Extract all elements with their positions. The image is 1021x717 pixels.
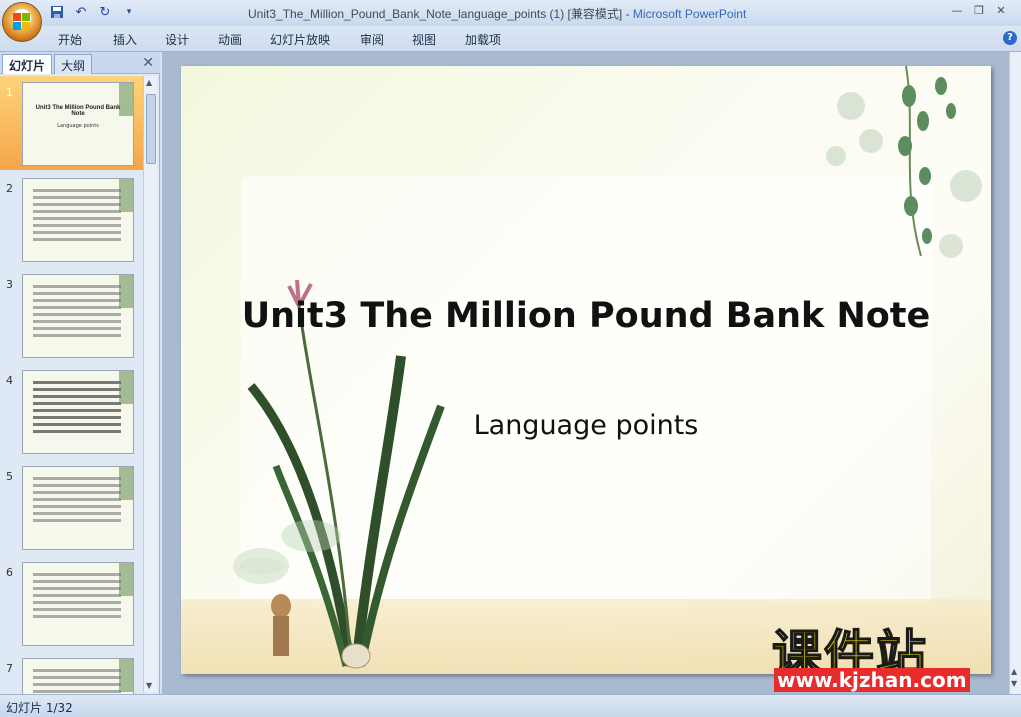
slide-thumbnail-2[interactable]: 2 [0, 172, 144, 266]
thumbnail-text-lines [33, 189, 121, 255]
slide-subtitle[interactable]: Language points [181, 410, 991, 441]
thumbnail-decoration [119, 275, 133, 357]
next-slide-icon[interactable]: ▼ [1011, 679, 1017, 688]
thumbnail-decoration [119, 371, 133, 453]
thumbnail-number: 5 [6, 470, 13, 483]
thumbnail-subtitle: Language points [57, 123, 99, 129]
thumbnail-preview [22, 562, 134, 646]
tab-slide-show[interactable]: 幻灯片放映 [270, 31, 330, 48]
tab-slides[interactable]: 幻灯片 [2, 54, 53, 74]
scroll-up-icon[interactable]: ▲ [146, 78, 152, 87]
thumbnail-preview: Unit3 The Million Pound Bank Note Langua… [22, 82, 134, 166]
tab-animations[interactable]: 动画 [218, 31, 242, 48]
save-icon[interactable] [48, 3, 66, 21]
app-name: Microsoft PowerPoint [632, 7, 747, 21]
thumbnail-number: 1 [6, 86, 13, 99]
thumbnail-title: Unit3 The Million Pound Bank Note [35, 105, 121, 117]
slides-pane: 幻灯片 大纲 ✕ 1 Unit3 The Million Pound Bank … [0, 52, 160, 694]
thumbnail-decoration [119, 179, 133, 261]
tab-home[interactable]: 开始 [58, 31, 82, 48]
thumbnail-preview [22, 466, 134, 550]
thumbnail-number: 3 [6, 278, 13, 291]
thumbnail-preview [22, 178, 134, 262]
tab-view[interactable]: 视图 [412, 31, 436, 48]
restore-icon[interactable]: ❐ [968, 2, 990, 18]
thumbnail-preview [22, 274, 134, 358]
office-logo-icon [13, 13, 31, 31]
slide-thumbnail-7[interactable]: 7 [0, 652, 144, 694]
minimize-icon[interactable]: — [946, 2, 968, 18]
slide-thumbnail-3[interactable]: 3 [0, 268, 144, 362]
thumbnail-number: 2 [6, 182, 13, 195]
ribbon-tab-bar: 开始 插入 设计 动画 幻灯片放映 审阅 视图 加载项 ? [0, 26, 1021, 52]
tab-review[interactable]: 审阅 [360, 31, 384, 48]
plant-illustration [233, 66, 982, 669]
close-icon[interactable]: ✕ [990, 2, 1012, 18]
thumbnail-decoration [119, 467, 133, 549]
thumbnail-text-lines [33, 381, 121, 447]
slide-thumbnail-5[interactable]: 5 [0, 460, 144, 554]
current-slide[interactable]: Unit3 The Million Pound Bank Note Langua… [181, 66, 991, 674]
scroll-down-icon[interactable]: ▼ [146, 681, 152, 690]
thumbnail-scrollbar[interactable]: ▲ ▼ [143, 76, 157, 692]
thumbnail-text-lines [33, 285, 121, 351]
tab-outline[interactable]: 大纲 [54, 54, 93, 74]
close-pane-icon[interactable]: ✕ [142, 55, 154, 71]
slide-indicator: 幻灯片 1/32 [6, 701, 73, 715]
thumbnail-decoration [119, 659, 133, 694]
slide-thumbnail-1[interactable]: 1 Unit3 The Million Pound Bank Note Lang… [0, 76, 144, 170]
thumbnail-number: 7 [6, 662, 13, 675]
window-title: Unit3_The_Million_Pound_Bank_Note_langua… [248, 5, 746, 22]
editor-scrollbar[interactable]: ▲ ▼ [1009, 52, 1021, 694]
office-button[interactable] [2, 2, 42, 42]
prev-slide-icon[interactable]: ▲ [1011, 667, 1017, 676]
title-separator: - [622, 7, 633, 21]
title-bar: ↶ ↻ ▾ Unit3_The_Million_Pound_Bank_Note_… [0, 0, 1021, 42]
slide-editor: Unit3 The Million Pound Bank Note Langua… [162, 52, 1021, 694]
thumbnail-number: 6 [6, 566, 13, 579]
thumbnail-preview [22, 370, 134, 454]
thumbnail-text-lines [33, 669, 121, 694]
thumbnail-text-lines [33, 573, 121, 639]
thumbnail-decoration [119, 563, 133, 645]
thumbnail-number: 4 [6, 374, 13, 387]
redo-icon[interactable]: ↻ [96, 3, 114, 21]
thumbnail-text-lines [33, 477, 121, 543]
customize-qat-icon[interactable]: ▾ [120, 3, 138, 21]
status-bar: 幻灯片 1/32 [0, 694, 1021, 717]
thumbnail-list: 1 Unit3 The Million Pound Bank Note Lang… [0, 76, 144, 694]
scrollbar-thumb[interactable] [146, 94, 156, 164]
quick-access-toolbar: ↶ ↻ ▾ [48, 3, 138, 21]
slide-title[interactable]: Unit3 The Million Pound Bank Note [181, 296, 991, 336]
undo-icon[interactable]: ↶ [72, 3, 90, 21]
pane-tab-bar: 幻灯片 大纲 ✕ [0, 52, 160, 74]
slide-thumbnail-4[interactable]: 4 [0, 364, 144, 458]
help-icon[interactable]: ? [1003, 31, 1017, 45]
document-name: Unit3_The_Million_Pound_Bank_Note_langua… [248, 7, 623, 21]
tab-add-ins[interactable]: 加载项 [465, 31, 501, 48]
slide-thumbnail-6[interactable]: 6 [0, 556, 144, 650]
tab-design[interactable]: 设计 [165, 31, 189, 48]
tab-insert[interactable]: 插入 [113, 31, 137, 48]
watermark-url: www.kjzhan.com [774, 668, 970, 692]
thumbnail-preview [22, 658, 134, 694]
